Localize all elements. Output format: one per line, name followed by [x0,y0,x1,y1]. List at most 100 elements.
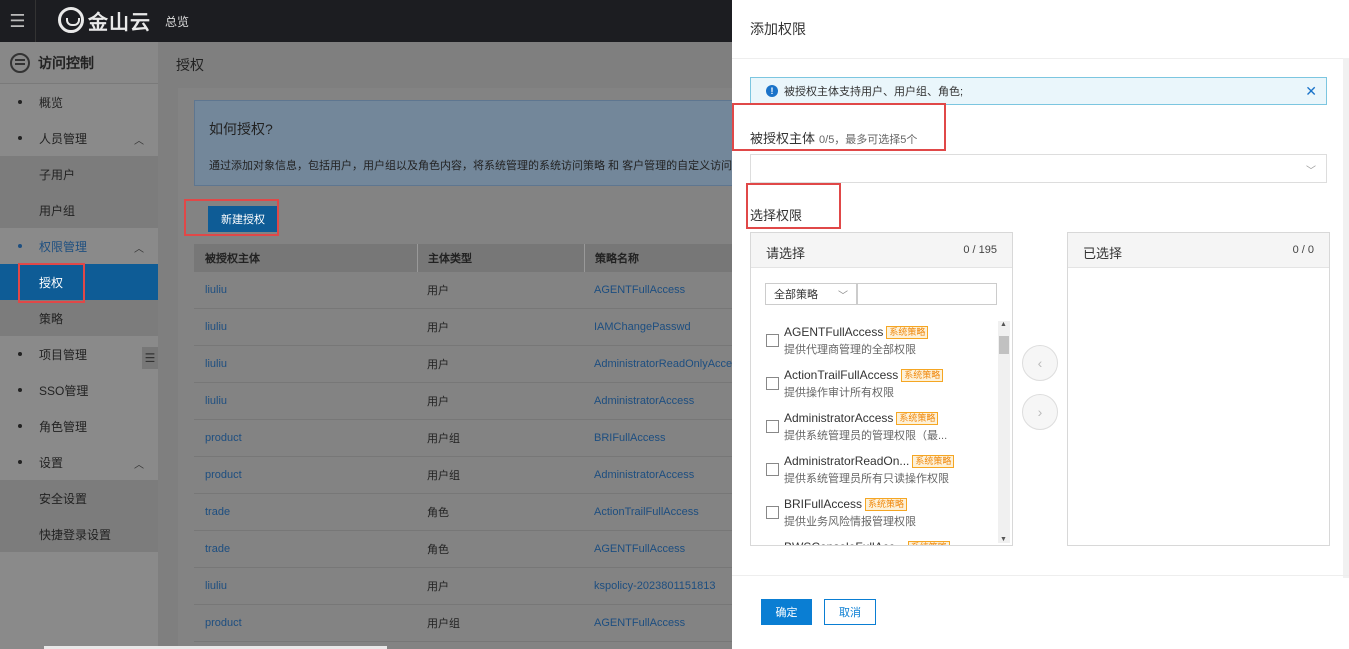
policy-checkbox[interactable] [766,506,779,519]
sidebar-item-quick-login[interactable]: 快捷登录设置 [0,516,158,552]
system-policy-tag: 系统策略 [865,498,908,511]
system-policy-tag: 系统策略 [912,455,955,468]
sidebar: 访问控制 概览 人员管理 ︿ 子用户 用户组 权限管理 ︿ 授权 策略 项目管理 S… [0,42,158,649]
policy-checkbox[interactable] [766,377,779,390]
confirm-button[interactable]: 确定 [761,599,812,625]
sidebar-item-sso[interactable]: SSO管理 [0,372,158,408]
scroll-thumb[interactable] [999,336,1009,354]
sidebar-item-role[interactable]: 角色管理 [0,408,158,444]
principal-link[interactable]: liuliu [194,309,417,345]
highlight-authorize [18,263,85,303]
table-row: liuliu 用户 AdministratorReadOnlyAccess [194,346,734,383]
principal-link[interactable]: product [194,457,417,493]
sidebar-item-subuser[interactable]: 子用户 [0,156,158,192]
column-header-principal: 被授权主体 [205,253,260,265]
panel-title: 请选择 [766,246,806,261]
principal-link[interactable]: liuliu [194,346,417,382]
scroll-down-icon[interactable]: ▼ [1000,536,1007,543]
principal-link[interactable]: liuliu [194,272,417,308]
policy-link[interactable]: AGENTFullAccess [584,531,734,567]
policy-desc: 提供系统管理员的管理权限（最... [784,430,948,442]
policy-type-select[interactable]: 全部策略 ﹀ [765,283,857,305]
principal-link[interactable]: liuliu [194,383,417,419]
divider [732,575,1349,576]
policy-link[interactable]: BRIFullAccess [584,420,734,456]
table-row: liuliu 用户 kspolicy-2023801151813 [194,568,734,605]
sidebar-item-overview[interactable]: 概览 [0,84,158,120]
policy-name: BWSConsoleFullAcc...系统策略 [784,540,950,545]
table-row: liuliu 用户 AGENTFullAccess [194,272,734,309]
highlight-principal [732,103,946,151]
policy-link[interactable]: ActionTrailFullAccess [584,494,734,530]
selected-policies-panel: 已选择 0 / 0 [1067,232,1330,546]
principal-type: 用户组 [427,618,460,630]
sidebar-item-policy[interactable]: 策略 [0,300,158,336]
alert-text: 被授权主体支持用户、用户组、角色; [784,86,964,98]
principal-link[interactable]: liuliu [194,568,417,604]
principal-select[interactable]: ﹀ [750,154,1327,183]
policy-link[interactable]: AGENTFullAccess [584,272,734,308]
sidebar-item-security[interactable]: 安全设置 [0,480,158,516]
cloud-logo-icon [58,7,84,33]
move-right-button[interactable]: › [1022,394,1058,430]
sidebar-item-permission[interactable]: 权限管理 ︿ [0,228,158,264]
policy-name: AdministratorReadOn... 系统策略 [784,454,955,468]
panel-title: 已选择 [1083,246,1123,261]
drawer-title: 添加权限 [750,21,806,37]
table-row: product 用户组 AGENTFullAccess [194,605,734,642]
policy-link[interactable]: AGENTFullAccess [584,605,734,641]
policy-item[interactable]: AGENTFullAccess 系统策略 提供代理商管理的全部权限 [751,319,997,362]
panel-count: 0 / 195 [963,244,997,256]
table-row: trade 角色 AGENTFullAccess [194,531,734,568]
policy-link[interactable]: IAMChangePasswd [584,309,734,345]
principal-link[interactable]: trade [194,531,417,567]
policy-name: AGENTFullAccess 系统策略 [784,325,929,339]
principal-type: 用户 [427,285,449,297]
sidebar-collapse-icon[interactable]: ☰ [142,347,158,369]
access-control-icon [10,52,30,73]
column-header-type: 主体类型 [417,244,584,272]
sidebar-item-settings[interactable]: 设置 ︿ [0,444,158,480]
drawer-scrollbar[interactable] [1343,58,1349,578]
cancel-button[interactable]: 取消 [824,599,876,625]
sidebar-title: 访问控制 [38,54,94,71]
principal-link[interactable]: product [194,420,417,456]
available-policies-panel: 请选择 0 / 195 全部策略 ﹀ AGENTFullAccess 系统策略 提供… [750,232,1013,546]
policy-checkbox[interactable] [766,420,779,433]
principal-type: 用户组 [427,470,460,482]
close-icon[interactable]: ✕ [1305,83,1317,100]
sidebar-item-personnel[interactable]: 人员管理 ︿ [0,120,158,156]
policy-item[interactable]: AdministratorReadOn... 系统策略 提供系统管理员所有只读操作权… [751,448,997,491]
principal-link[interactable]: trade [194,494,417,530]
principal-type: 用户 [427,359,449,371]
content-area: 如何授权? 通过添加对象信息，包括用户，用户组以及角色内容，将系统管理的系统访问… [178,88,743,649]
principal-type: 用户组 [427,433,460,445]
policy-link[interactable]: AdministratorReadOnlyAccess [584,346,734,382]
panel-header: 已选择 0 / 0 [1068,233,1329,268]
policy-desc: 提供业务风险情报管理权限 [784,516,916,528]
policy-checkbox[interactable] [766,463,779,476]
policy-link[interactable]: kspolicy-2023801151813 [584,568,734,604]
sidebar-item-project[interactable]: 项目管理 [0,336,158,372]
sidebar-header: 访问控制 [0,42,158,84]
policy-link[interactable]: AdministratorAccess [584,457,734,493]
main-content: 授权 如何授权? 通过添加对象信息，包括用户，用户组以及角色内容，将系统管理的系… [158,42,743,649]
hamburger-icon[interactable]: ☰ [0,0,36,42]
list-scrollbar[interactable]: ▲ ▼ [998,321,1010,543]
policy-item[interactable]: BRIFullAccess 系统策略 提供业务风险情报管理权限 [751,491,997,534]
scroll-up-icon[interactable]: ▲ [1000,321,1007,328]
policy-item[interactable]: ActionTrailFullAccess 系统策略 提供操作审计所有权限 [751,362,997,405]
policy-name: BRIFullAccess 系统策略 [784,497,908,511]
table-row: trade 角色 ActionTrailFullAccess [194,494,734,531]
policy-search-input[interactable] [857,283,997,305]
policy-item[interactable]: AdministratorAccess 系统策略 提供系统管理员的管理权限（最... [751,405,997,448]
policy-checkbox[interactable] [766,334,779,347]
policy-item[interactable]: BWSConsoleFullAcc...系统策略 [751,534,997,545]
policy-link[interactable]: AdministratorAccess [584,383,734,419]
logo[interactable]: 金山云 [58,5,151,35]
authorization-table: 被授权主体 主体类型 策略名称 liuliu 用户 AGENTFullAccess l… [194,244,734,642]
principal-link[interactable]: product [194,605,417,641]
sidebar-item-usergroup[interactable]: 用户组 [0,192,158,228]
move-left-button[interactable]: ‹ [1022,345,1058,381]
nav-overview-link[interactable]: 总览 [165,13,189,30]
